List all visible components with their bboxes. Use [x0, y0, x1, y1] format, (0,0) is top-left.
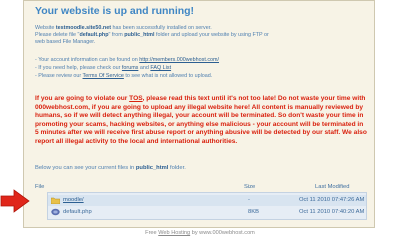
red-arrow-icon: [0, 189, 30, 213]
intro-text: Please delete file ": [35, 32, 80, 38]
files-intro-text: folder.: [170, 165, 186, 171]
intro-line-2: Please delete file "default.php" from pu…: [35, 32, 370, 39]
file-modified: Oct 11 2010 07:40:20 AM: [299, 209, 365, 215]
intro-text: folder and upload your website by using …: [155, 32, 269, 38]
help-text: and: [139, 65, 149, 71]
table-row[interactable]: moodle/ - Oct 11 2010 07:47:26 AM: [48, 195, 366, 206]
footer-text: Free: [145, 230, 157, 236]
footer: Free Web Hosting by www.000webhost.com: [0, 230, 400, 236]
file-column-header: File: [35, 184, 45, 190]
file-name[interactable]: moodle/: [63, 197, 84, 203]
warning-text: , please read this text until it's not t…: [35, 95, 367, 145]
terms-of-service-link[interactable]: Terms Of Service: [83, 73, 124, 79]
tos-link[interactable]: TOS: [129, 95, 142, 102]
forums-link[interactable]: forums: [122, 65, 138, 71]
table-row[interactable]: default.php 8KB Oct 11 2010 07:40:20 AM: [48, 207, 366, 218]
intro-text: has been successfully installed on serve…: [112, 25, 212, 31]
intro-line-1: Website testmoodle.site50.net has been s…: [35, 25, 370, 32]
php-file-icon: [51, 208, 60, 216]
account-text: - Your account information can be found …: [35, 57, 138, 63]
file-table-header: File Size Last Modified: [35, 184, 367, 192]
footer-text: by www.000webhost.com: [191, 230, 255, 236]
file-size: -: [248, 197, 250, 203]
files-intro: Below you can see your current files in …: [35, 165, 186, 171]
intro-text: Website: [35, 25, 55, 31]
file-modified: Oct 11 2010 07:47:26 AM: [299, 197, 365, 203]
folder-name: public_html: [124, 32, 155, 38]
illegal-content-warning: If you are going to violate our TOS, ple…: [35, 95, 367, 146]
site-name: testmoodle.site50.net: [55, 25, 112, 31]
folder-name: public_html: [135, 165, 169, 171]
web-hosting-link[interactable]: Web Hosting: [158, 230, 190, 236]
folder-icon: [51, 197, 60, 204]
size-column-header: Size: [244, 184, 256, 190]
modified-column-header: Last Modified: [315, 184, 350, 190]
file-name[interactable]: default.php: [63, 209, 92, 215]
faq-link[interactable]: FAQ List: [150, 65, 171, 71]
tos-line: - Please review our Terms Of Service to …: [35, 73, 370, 80]
members-link[interactable]: http://members.000webhost.com/: [139, 57, 219, 63]
intro-line-3: web based File Manager.: [35, 39, 96, 45]
account-line: - Your account information can be found …: [35, 57, 370, 64]
tos-text: to see what is not allowed to upload.: [125, 73, 213, 79]
files-intro-text: Below you can see your current files in: [35, 165, 135, 171]
tos-text: - Please review our: [35, 73, 82, 79]
help-text: - If you need help, please check our: [35, 65, 121, 71]
warning-text: If you are going to violate our: [35, 95, 128, 102]
intro-text: " from: [108, 32, 123, 38]
file-size: 8KB: [248, 209, 259, 215]
help-line: - If you need help, please check our for…: [35, 65, 370, 72]
page-title: Your website is up and running!: [35, 5, 195, 17]
file-table: moodle/ - Oct 11 2010 07:47:26 AM defaul…: [47, 192, 367, 220]
default-file-name: default.php: [79, 32, 109, 38]
